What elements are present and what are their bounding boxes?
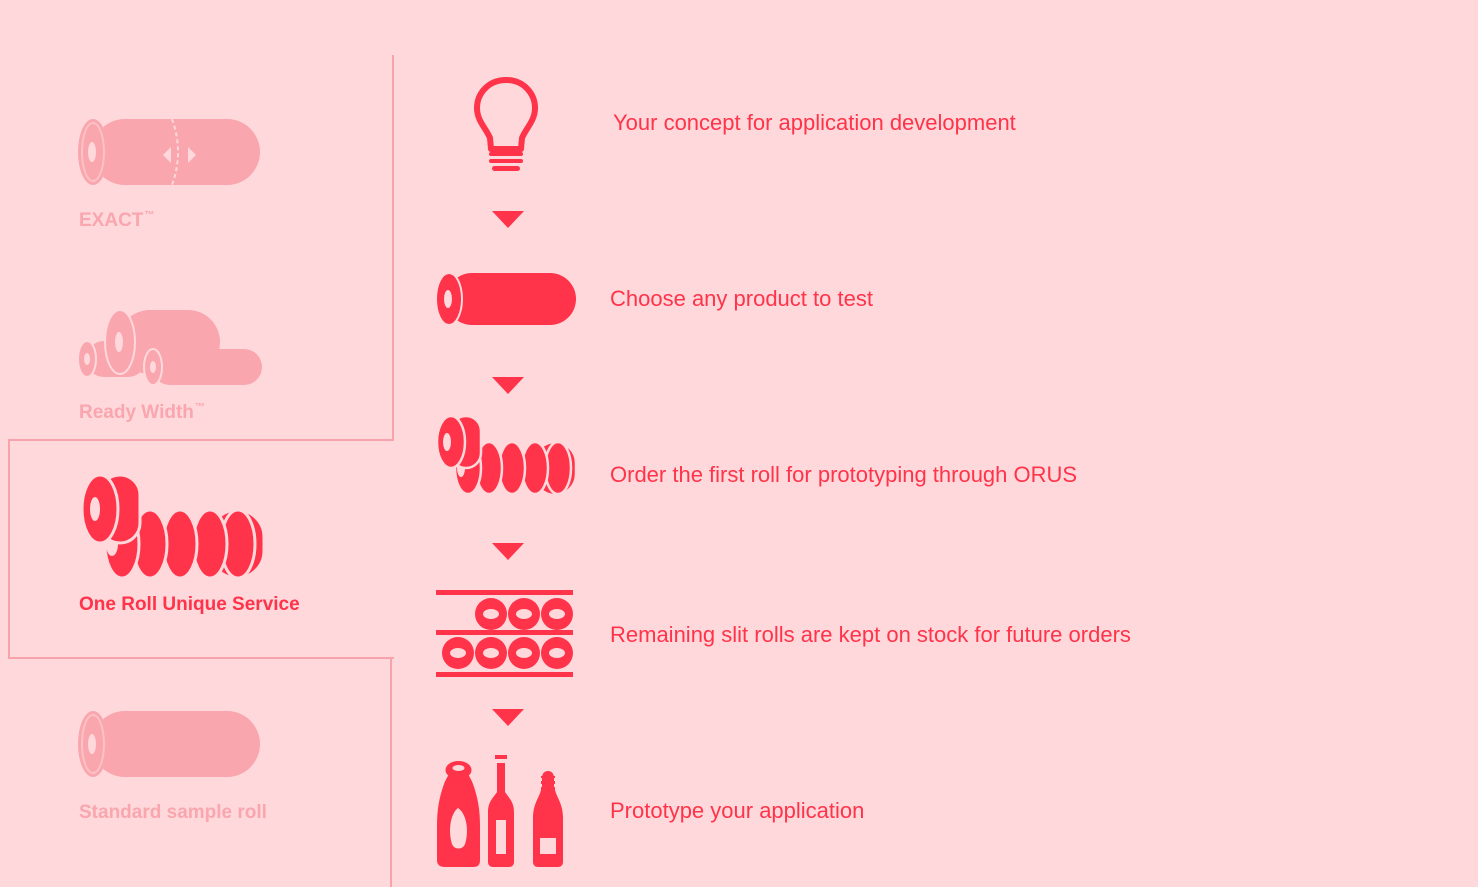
- tab-label-one-roll-unique-service: One Roll Unique Service: [79, 594, 300, 615]
- step-1-label: Your concept for application development: [613, 110, 1016, 135]
- arrow-down-icon: [492, 377, 524, 394]
- roll-slit-arrows-icon: [78, 118, 260, 186]
- tab-label-standard-sample-roll: Standard sample roll: [79, 802, 267, 823]
- arrow-down-icon: [492, 211, 524, 228]
- step-4-label: Remaining slit rolls are kept on stock f…: [610, 622, 1131, 647]
- slit-rolls-icon: [80, 473, 266, 580]
- step-2-label: Choose any product to test: [610, 286, 873, 311]
- tab-frame-active-bottom: [8, 657, 394, 659]
- tab-frame-active-left: [8, 439, 10, 659]
- arrow-down-icon: [492, 709, 524, 726]
- lightbulb-icon: [474, 77, 538, 171]
- tab-frame-bottom-right: [390, 657, 392, 887]
- slit-rolls-icon: [435, 414, 578, 497]
- step-5-label: Prototype your application: [610, 798, 865, 823]
- tab-label-exact: EXACT™: [79, 210, 155, 231]
- multiple-rolls-icon: [77, 309, 262, 386]
- roll-icon: [435, 272, 576, 326]
- tab-frame-top-right: [392, 55, 394, 441]
- tab-frame-active-top: [8, 439, 394, 441]
- tab-label-ready-width: Ready Width™: [79, 402, 205, 423]
- single-roll-icon: [78, 711, 260, 777]
- arrow-down-icon: [492, 543, 524, 560]
- stock-shelf-icon: [436, 590, 573, 677]
- bottles-icon: [437, 755, 563, 867]
- step-3-label: Order the first roll for prototyping thr…: [610, 462, 1078, 487]
